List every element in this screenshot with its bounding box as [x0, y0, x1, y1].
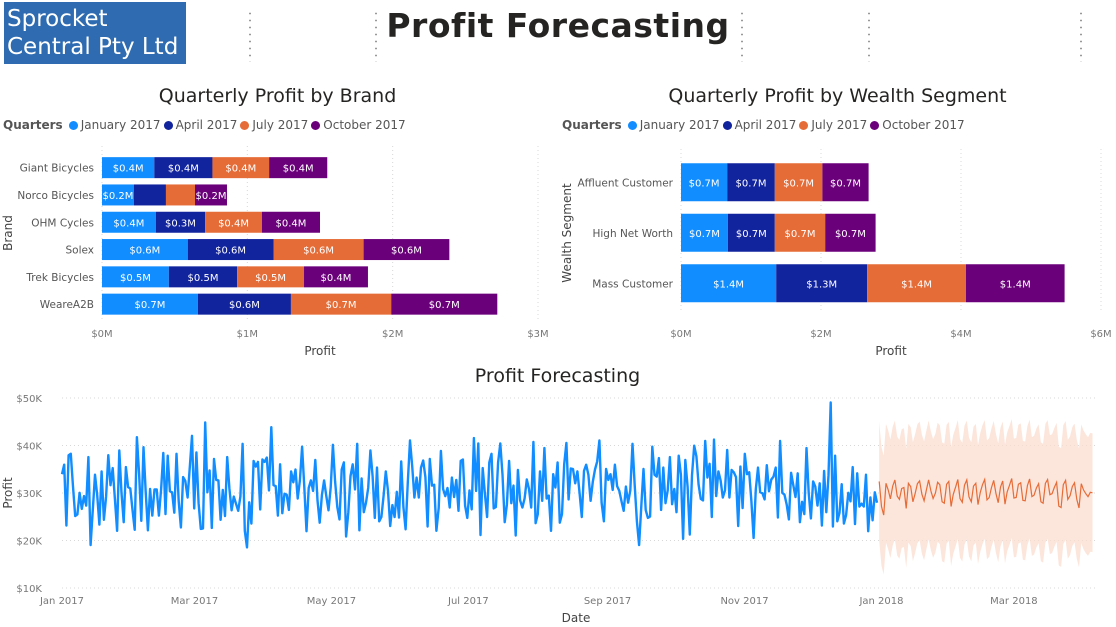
forecast-x-tick-label: May 2017	[307, 596, 356, 607]
wealth-category-label: Mass Customer	[592, 278, 673, 290]
wealth-data-label: $0.7M	[830, 178, 861, 189]
wealth-x-tick-label: $6M	[1090, 329, 1111, 340]
brand-data-label: $0.4M	[113, 218, 144, 229]
brand-x-axis-label: Profit	[304, 344, 336, 358]
brand-data-label: $0.4M	[225, 164, 256, 175]
forecast-y-tick-label: $30K	[16, 489, 42, 500]
forecast-x-tick-label: Mar 2018	[990, 596, 1038, 607]
brand-data-label: $0.6M	[303, 246, 334, 257]
wealth-data-label: $0.7M	[785, 229, 816, 240]
brand-data-label: $0.2M	[103, 191, 134, 202]
brand-data-label: $0.4M	[275, 218, 306, 229]
brand-data-label: $0.6M	[129, 246, 160, 257]
brand-data-label: $0.4M	[218, 218, 249, 229]
forecast-confidence-band	[879, 419, 1093, 575]
brand-x-tick-label: $1M	[237, 329, 258, 340]
wealth-x-tick-label: $4M	[950, 329, 971, 340]
wealth-data-label: $0.7M	[689, 178, 720, 189]
wealth-data-label: $1.4M	[901, 279, 932, 290]
forecast-x-axis-label: Date	[562, 611, 591, 625]
brand-data-label: $0.7M	[429, 300, 460, 311]
wealth-data-label: $0.7M	[689, 229, 720, 240]
wealth-y-axis-label: Wealth Segment	[560, 183, 574, 283]
forecast-y-tick-label: $50K	[16, 394, 42, 405]
brand-category-label: Trek Bicycles	[25, 272, 94, 284]
brand-data-label: $0.7M	[326, 300, 357, 311]
brand-x-tick-label: $3M	[527, 329, 548, 340]
forecast-x-tick-label: Sep 2017	[584, 596, 631, 607]
brand-category-label: OHM Cycles	[31, 217, 94, 229]
brand-bar[interactable]	[165, 184, 196, 206]
forecast-x-tick-label: Jan 2017	[39, 596, 84, 607]
forecast-x-tick-label: Jul 2017	[447, 596, 489, 607]
wealth-x-tick-label: $0M	[670, 329, 691, 340]
wealth-data-label: $1.3M	[806, 279, 837, 290]
wealth-x-axis-label: Profit	[875, 344, 907, 358]
forecast-x-tick-label: Jan 2018	[858, 596, 903, 607]
brand-x-tick-label: $0M	[91, 329, 112, 340]
forecast-y-tick-label: $10K	[16, 584, 42, 595]
brand-data-label: $0.6M	[391, 246, 422, 257]
brand-data-label: $0.4M	[113, 164, 144, 175]
actual-profit-line	[60, 401, 879, 549]
wealth-x-tick-label: $2M	[810, 329, 831, 340]
brand-data-label: $0.5M	[120, 273, 151, 284]
brand-category-label: WeareA2B	[40, 299, 94, 311]
brand-category-label: Norco Bicycles	[17, 190, 94, 202]
forecast-y-tick-label: $40K	[16, 442, 42, 453]
brand-category-label: Solex	[66, 245, 95, 257]
wealth-data-label: $0.7M	[736, 229, 767, 240]
brand-y-axis-label: Brand	[1, 215, 15, 251]
wealth-data-label: $0.7M	[835, 229, 866, 240]
wealth-data-label: $1.4M	[1000, 279, 1031, 290]
wealth-category-label: High Net Worth	[592, 228, 673, 240]
brand-data-label: $0.3M	[165, 218, 196, 229]
brand-data-label: $0.2M	[196, 191, 227, 202]
brand-data-label: $0.6M	[229, 300, 260, 311]
forecast-y-axis-label: Profit	[1, 477, 15, 509]
forecast-x-tick-label: Mar 2017	[171, 596, 219, 607]
forecast-x-tick-label: Nov 2017	[720, 596, 768, 607]
brand-data-label: $0.4M	[283, 164, 314, 175]
brand-data-label: $0.5M	[188, 273, 219, 284]
brand-category-label: Giant Bicycles	[20, 163, 94, 175]
wealth-data-label: $1.4M	[713, 279, 744, 290]
forecast-y-tick-label: $20K	[16, 537, 42, 548]
brand-bar[interactable]	[133, 184, 166, 206]
brand-data-label: $0.5M	[255, 273, 286, 284]
wealth-category-label: Affluent Customer	[577, 177, 673, 189]
wealth-data-label: $0.7M	[736, 178, 767, 189]
brand-data-label: $0.4M	[168, 164, 199, 175]
chart-canvas: $0M $1M $2M $3M Profit Brand Giant Bicycles $0.…	[1, 146, 1112, 625]
brand-data-label: $0.4M	[321, 273, 352, 284]
brand-data-label: $0.6M	[215, 246, 246, 257]
wealth-data-label: $0.7M	[783, 178, 814, 189]
brand-data-label: $0.7M	[135, 300, 166, 311]
brand-x-tick-label: $2M	[382, 329, 403, 340]
